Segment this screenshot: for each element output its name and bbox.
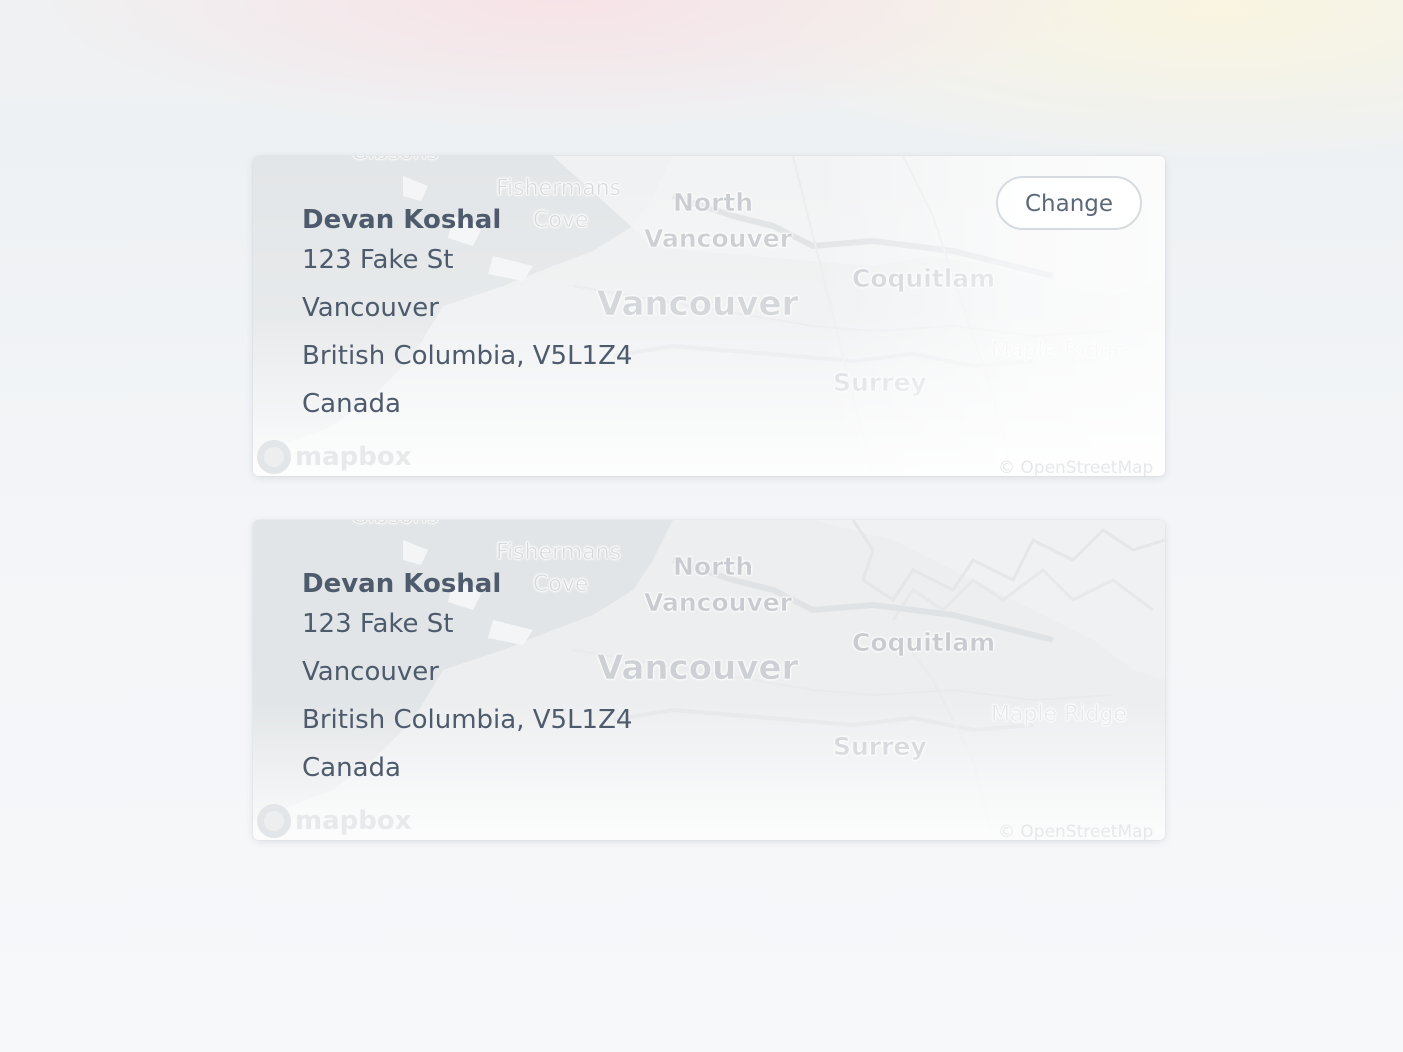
city: Vancouver (302, 293, 439, 323)
map-label-gibsons: Gibsons (351, 156, 439, 165)
map-label-maple-ridge: Maple Ridge (991, 702, 1127, 728)
change-address-button[interactable]: Change (996, 176, 1142, 230)
map-label-north-vancouver: Vancouver (644, 588, 793, 618)
mapbox-logo-icon (257, 804, 291, 838)
map-label-north: North (673, 552, 754, 582)
recipient-name: Devan Koshal (302, 569, 502, 599)
address-block: Devan Koshal 123 Fake St Vancouver Briti… (302, 564, 632, 792)
map-label-coquitlam: Coquitlam (852, 264, 996, 294)
mapbox-logo-icon (257, 440, 291, 474)
map-label-surrey: Surrey (833, 368, 927, 398)
address-block: Devan Koshal 123 Fake St Vancouver Briti… (302, 200, 632, 428)
map-label-north: North (673, 188, 754, 218)
region-postal-code: British Columbia, V5L1Z4 (302, 341, 633, 371)
mapbox-logo-text: mapbox (295, 442, 412, 472)
country: Canada (302, 753, 401, 783)
address-card[interactable]: Gibsons Fishermans Cove North Vancouver … (253, 520, 1165, 840)
city: Vancouver (302, 657, 439, 687)
map-label-gibsons: Gibsons (351, 520, 439, 529)
map-attribution[interactable]: © OpenStreetMap (998, 458, 1153, 476)
country: Canada (302, 389, 401, 419)
region-postal-code: British Columbia, V5L1Z4 (302, 705, 633, 735)
mapbox-logo: mapbox (257, 440, 412, 474)
street-address: 123 Fake St (302, 609, 454, 639)
map-attribution[interactable]: © OpenStreetMap (998, 822, 1153, 840)
street-address: 123 Fake St (302, 245, 454, 275)
map-label-surrey: Surrey (833, 732, 927, 762)
map-label-north-vancouver: Vancouver (644, 224, 793, 254)
map-label-fishermans: Fishermans (496, 176, 622, 202)
recipient-name: Devan Koshal (302, 205, 502, 235)
mapbox-logo: mapbox (257, 804, 412, 838)
map-label-maple-ridge: Maple Ridge (991, 338, 1127, 364)
map-label-fishermans: Fishermans (496, 540, 622, 566)
address-card: Gibsons Fishermans Cove North Vancouver … (253, 156, 1165, 476)
mapbox-logo-text: mapbox (295, 806, 412, 836)
map-label-coquitlam: Coquitlam (852, 628, 996, 658)
